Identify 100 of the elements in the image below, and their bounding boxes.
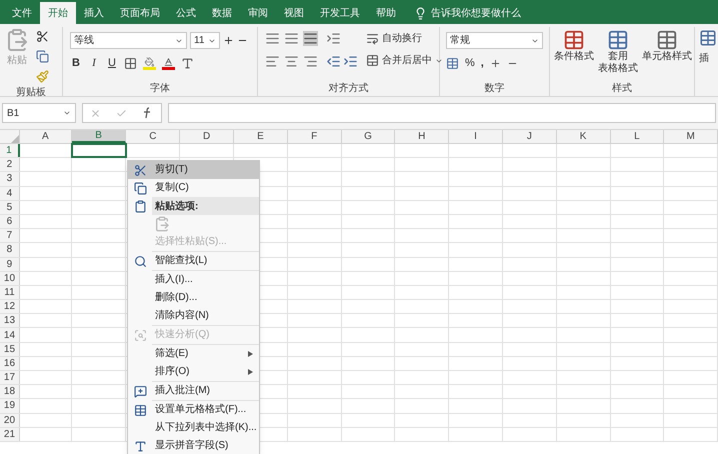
column-header[interactable]: M <box>664 130 718 143</box>
column-header[interactable]: J <box>502 130 557 143</box>
align-right-icon[interactable] <box>303 54 318 69</box>
conditional-format-button[interactable]: 条件格式 <box>554 29 594 80</box>
underline-button[interactable]: U <box>106 55 118 72</box>
column-header[interactable]: F <box>288 130 342 143</box>
column-header[interactable]: C <box>126 130 180 143</box>
ribbon-tab[interactable]: 帮助 <box>368 2 404 24</box>
column-header[interactable]: E <box>234 130 288 143</box>
ribbon-tab[interactable]: 开始 <box>40 2 76 24</box>
column-header[interactable]: G <box>342 130 396 143</box>
merge-center-button[interactable]: 合并后居中 <box>366 53 443 68</box>
row-header[interactable]: 14 <box>0 328 20 342</box>
row-header[interactable]: 2 <box>0 158 20 172</box>
row-header[interactable]: 3 <box>0 172 20 186</box>
row-header[interactable]: 9 <box>0 258 20 271</box>
align-center-icon[interactable] <box>284 54 299 69</box>
font-color-icon[interactable] <box>162 56 175 70</box>
row-header[interactable]: 20 <box>0 414 20 427</box>
align-left-icon[interactable] <box>265 54 280 69</box>
merge-icon <box>366 54 379 67</box>
row-header[interactable]: 16 <box>0 356 20 370</box>
row-header[interactable]: 6 <box>0 214 20 228</box>
format-as-table-button[interactable]: 套用 表格格式 <box>598 29 638 80</box>
column-header[interactable]: B <box>72 130 126 143</box>
group-label: 对齐方式 <box>328 82 368 96</box>
column-header[interactable]: I <box>449 130 503 143</box>
copy-icon <box>36 50 49 62</box>
row-header[interactable]: 21 <box>0 428 20 441</box>
menu-item[interactable]: 排序(O) <box>128 363 259 381</box>
cell-styles-button[interactable]: 单元格样式 <box>642 29 692 80</box>
increase-indent-icon[interactable] <box>343 54 358 69</box>
ribbon-tab[interactable]: 页面布局 <box>112 2 168 24</box>
align-bottom-icon[interactable] <box>303 31 318 46</box>
row-header[interactable]: 7 <box>0 229 20 242</box>
row-header[interactable]: 1 <box>0 144 20 158</box>
menu-item[interactable]: 智能查找(L) <box>128 252 259 270</box>
wrap-text-button[interactable]: 自动换行 <box>366 31 443 46</box>
row-header[interactable]: 5 <box>0 200 20 214</box>
number-format-dropdown[interactable]: 常规 <box>446 32 543 49</box>
row-header[interactable]: 13 <box>0 314 20 328</box>
group-label: 字体 <box>150 82 170 96</box>
menu-item[interactable]: 设置单元格格式(F)... <box>128 401 259 419</box>
text-icon <box>134 440 146 452</box>
selected-cell[interactable] <box>72 144 126 158</box>
caret-icon <box>63 109 71 117</box>
name-box[interactable]: B1 <box>2 103 76 123</box>
column-header[interactable]: D <box>180 130 234 143</box>
insert-button[interactable]: 插 <box>699 51 718 66</box>
menu-item[interactable]: 筛选(E) <box>128 345 259 363</box>
borders-icon[interactable] <box>124 56 137 70</box>
percent-button[interactable]: % <box>465 55 475 72</box>
row-header[interactable]: 11 <box>0 286 20 300</box>
ribbon-tab[interactable]: 公式 <box>168 2 204 24</box>
row-header[interactable]: 8 <box>0 243 20 256</box>
comma-button[interactable]: , <box>480 55 484 72</box>
ribbon-tab[interactable]: 数据 <box>204 2 240 24</box>
column-header[interactable]: H <box>395 130 450 143</box>
row-header[interactable]: 10 <box>0 272 20 285</box>
wrap-text-icon <box>366 32 379 45</box>
menu-item[interactable]: 插入批注(M) <box>128 382 259 400</box>
menu-item[interactable]: 从下拉列表中选择(K)... <box>128 419 259 437</box>
bold-button[interactable]: B <box>70 55 82 72</box>
row-header[interactable]: 4 <box>0 186 20 200</box>
row-header[interactable]: 12 <box>0 300 20 314</box>
menu-item[interactable]: 剪切(T) <box>128 161 259 179</box>
font-size-dropdown[interactable]: 11 <box>190 32 220 49</box>
menu-item[interactable]: 插入(I)... <box>128 271 259 289</box>
row-header[interactable]: 15 <box>0 342 20 356</box>
comment-icon <box>134 384 146 398</box>
font-name-dropdown[interactable]: 等线 <box>70 32 187 49</box>
ribbon-tab[interactable]: 文件 <box>4 2 40 24</box>
align-top-icon[interactable] <box>265 31 280 46</box>
fill-color-icon[interactable] <box>143 56 156 70</box>
tell-me-field[interactable]: 告诉我你想要做什么 <box>431 6 521 20</box>
ribbon-tab[interactable]: 视图 <box>276 2 312 24</box>
lightbulb-icon <box>414 6 427 20</box>
decrease-indent-icon[interactable] <box>326 54 341 69</box>
menu-item[interactable]: 显示拼音字段(S) <box>128 437 259 454</box>
row-header[interactable]: 17 <box>0 371 20 384</box>
table-icon <box>656 29 678 51</box>
scissors-icon <box>134 164 146 176</box>
table-icon <box>134 404 146 416</box>
menu-item[interactable]: 复制(C) <box>128 179 259 197</box>
increase-font-icon[interactable] <box>223 35 234 46</box>
table-icon <box>563 29 585 51</box>
column-header[interactable]: L <box>610 130 664 143</box>
menu-item[interactable]: 清除内容(N) <box>128 307 259 325</box>
align-middle-icon[interactable] <box>284 31 299 46</box>
ribbon-tab[interactable]: 开发工具 <box>312 2 368 24</box>
paintbrush-icon <box>36 70 49 82</box>
menu-item[interactable]: 删除(D)... <box>128 289 259 307</box>
group-label: 数字 <box>484 82 504 96</box>
row-header[interactable]: 19 <box>0 399 20 413</box>
row-header[interactable]: 18 <box>0 385 20 398</box>
ribbon-tab[interactable]: 审阅 <box>240 2 276 24</box>
formula-input[interactable] <box>168 103 716 123</box>
italic-button[interactable]: I <box>88 55 100 72</box>
column-header[interactable]: K <box>556 130 610 143</box>
ribbon-tab[interactable]: 插入 <box>76 2 112 24</box>
